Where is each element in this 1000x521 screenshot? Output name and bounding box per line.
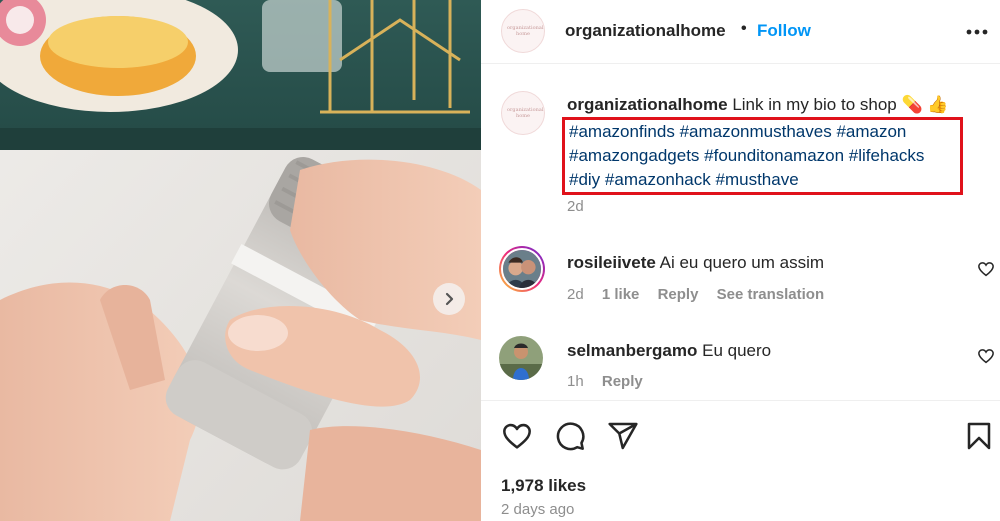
more-horizontal-icon[interactable]: [965, 22, 989, 42]
comment-time[interactable]: 1h: [567, 373, 584, 390]
caption-time[interactable]: 2d: [567, 198, 584, 215]
author-username[interactable]: organizationalhome: [565, 21, 726, 41]
post-panel: organizational home organizationalhome •…: [481, 0, 1000, 521]
comment-text: selmanbergamo Eu quero: [567, 341, 771, 361]
caption-emoji: 💊 👍: [901, 95, 949, 114]
comment-meta: 2d 1 like Reply See translation: [567, 286, 838, 303]
comment-body: Eu quero: [702, 341, 772, 360]
header-separator: •: [741, 20, 747, 37]
hashtag-link[interactable]: #musthave: [716, 170, 799, 189]
hashtag-link[interactable]: #founditonamazon: [704, 146, 844, 165]
likes-count[interactable]: 1,978 likes: [501, 476, 586, 496]
hashtag-link[interactable]: #amazonmusthaves: [680, 122, 832, 141]
reply-button[interactable]: Reply: [658, 286, 699, 303]
comment-time[interactable]: 2d: [567, 286, 584, 303]
chevron-right-icon: [445, 292, 454, 306]
comment-text: rosileiivete Ai eu quero um assim: [567, 253, 824, 273]
caption-body: Link in my bio to shop: [732, 95, 897, 114]
hashtag-line: #diy #amazonhack #musthave: [569, 168, 956, 192]
share-icon[interactable]: [607, 420, 639, 452]
hashtag-highlight-box: #amazonfinds #amazonmusthaves #amazon #a…: [562, 117, 963, 195]
post-photo: [0, 0, 481, 521]
reply-button[interactable]: Reply: [602, 373, 643, 390]
follow-button[interactable]: Follow: [757, 21, 811, 41]
comment-likes[interactable]: 1 like: [602, 286, 640, 303]
see-translation-button[interactable]: See translation: [717, 286, 825, 303]
comment-username[interactable]: rosileiivete: [567, 253, 656, 272]
heart-icon[interactable]: [977, 347, 995, 365]
comment-meta: 1h Reply: [567, 373, 657, 390]
avatar-photo: [501, 248, 543, 290]
post-date[interactable]: 2 days ago: [501, 501, 574, 518]
hashtag-link[interactable]: #amazonhack: [605, 170, 711, 189]
bookmark-icon[interactable]: [963, 420, 995, 452]
heart-icon[interactable]: [501, 420, 533, 452]
commenter-avatar[interactable]: [499, 336, 543, 380]
caption-username[interactable]: organizationalhome: [567, 95, 728, 114]
hashtag-link[interactable]: #amazonfinds: [569, 122, 675, 141]
caption-avatar[interactable]: organizational home: [501, 91, 545, 135]
caption-text: organizationalhome Link in my bio to sho…: [567, 93, 977, 117]
hashtag-link[interactable]: #lifehacks: [849, 146, 925, 165]
heart-icon[interactable]: [977, 260, 995, 278]
hashtag-line: #amazonfinds #amazonmusthaves #amazon: [569, 120, 956, 144]
post-header: organizational home organizationalhome •…: [481, 0, 1000, 64]
hashtag-link[interactable]: #diy: [569, 170, 600, 189]
avatar-logo-text: organizational home: [507, 107, 544, 119]
post-actions: 1,978 likes 2 days ago: [481, 400, 1000, 521]
hashtag-line: #amazongadgets #founditonamazon #lifehac…: [569, 144, 956, 168]
hashtag-link[interactable]: #amazon: [836, 122, 906, 141]
hashtag-link[interactable]: #amazongadgets: [569, 146, 699, 165]
comment-item: rosileiivete Ai eu quero um assim 2d 1 l…: [481, 243, 1000, 313]
comment-body: Ai eu quero um assim: [659, 253, 825, 272]
post-media[interactable]: [0, 0, 481, 521]
comment-item: selmanbergamo Eu quero 1h Reply: [481, 331, 1000, 401]
comment-icon[interactable]: [554, 420, 586, 452]
author-avatar[interactable]: organizational home: [501, 9, 545, 53]
comment-username[interactable]: selmanbergamo: [567, 341, 697, 360]
avatar-logo-text: organizational home: [507, 25, 544, 37]
avatar-photo: [499, 336, 543, 380]
next-media-button[interactable]: [433, 283, 465, 315]
commenter-avatar[interactable]: [499, 246, 545, 292]
